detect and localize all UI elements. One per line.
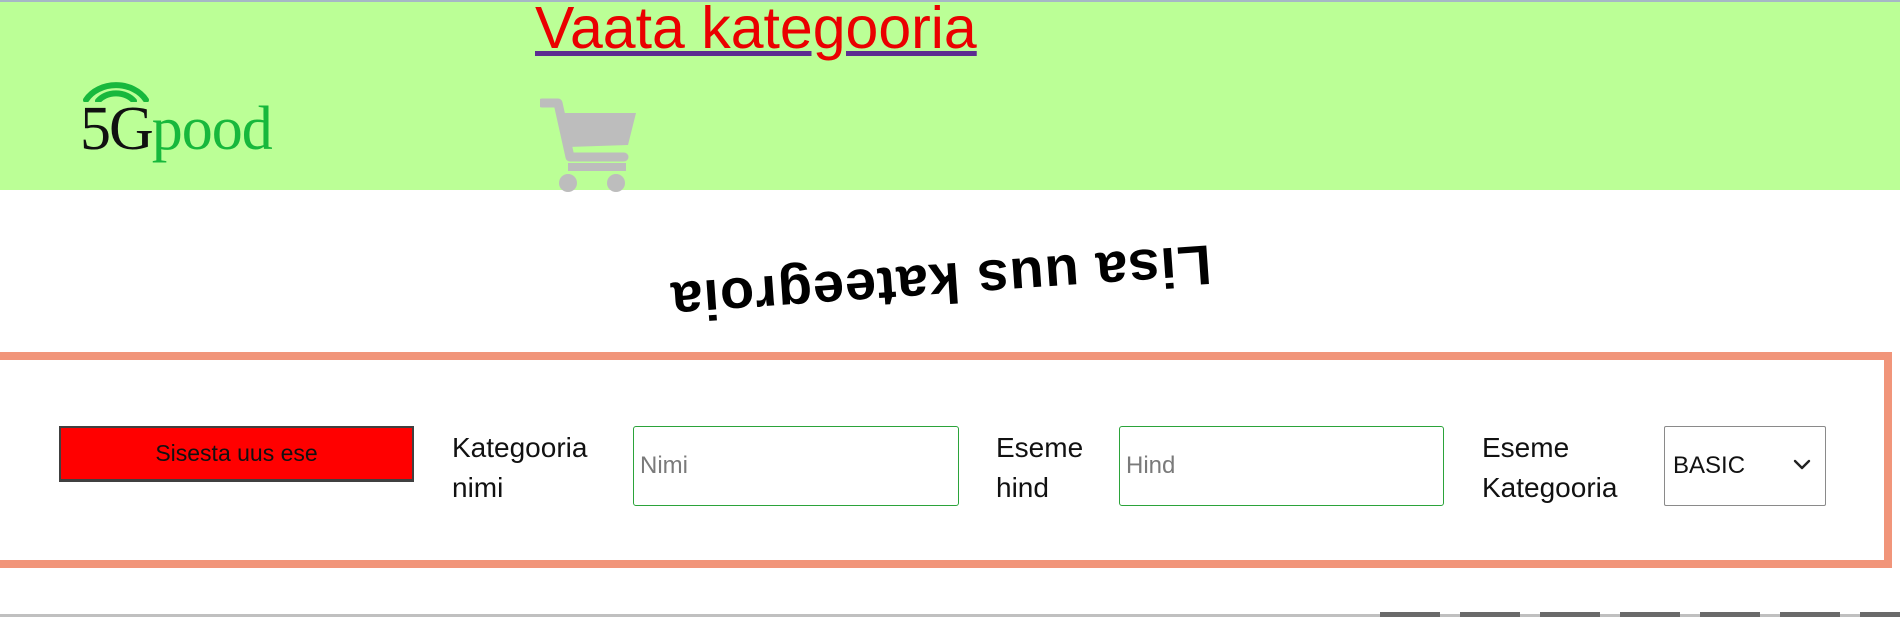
logo-brand-word: pood (151, 95, 273, 163)
item-price-label: Eseme hind (996, 432, 1084, 503)
chevron-down-icon (1793, 459, 1811, 470)
view-categories-link[interactable]: Vaata kategooria (535, 0, 977, 60)
category-select-value: BASIC (1673, 452, 1746, 479)
logo-brand-number: 5G (80, 95, 154, 163)
page-title: Lisa uus kateegroia (668, 232, 1214, 334)
logo-wordmark: 5Gpood (80, 95, 273, 163)
page: 5Gpood Vaata kategooria Lisa uus kateegr… (0, 0, 1900, 617)
price-input[interactable] (1119, 426, 1444, 506)
shopping-cart-icon[interactable] (540, 97, 640, 193)
name-input[interactable] (633, 426, 959, 506)
category-name-label: Kategooria nimi (452, 432, 588, 503)
site-header: 5Gpood Vaata kategooria (0, 0, 1900, 193)
item-category-label: Eseme Kategooria (1482, 432, 1618, 503)
bottom-dashed-edge (1380, 612, 1900, 617)
submit-new-item-button[interactable]: Sisesta uus ese (59, 426, 414, 482)
category-select[interactable]: BASIC (1664, 426, 1826, 506)
logo[interactable]: 5Gpood (80, 74, 280, 164)
